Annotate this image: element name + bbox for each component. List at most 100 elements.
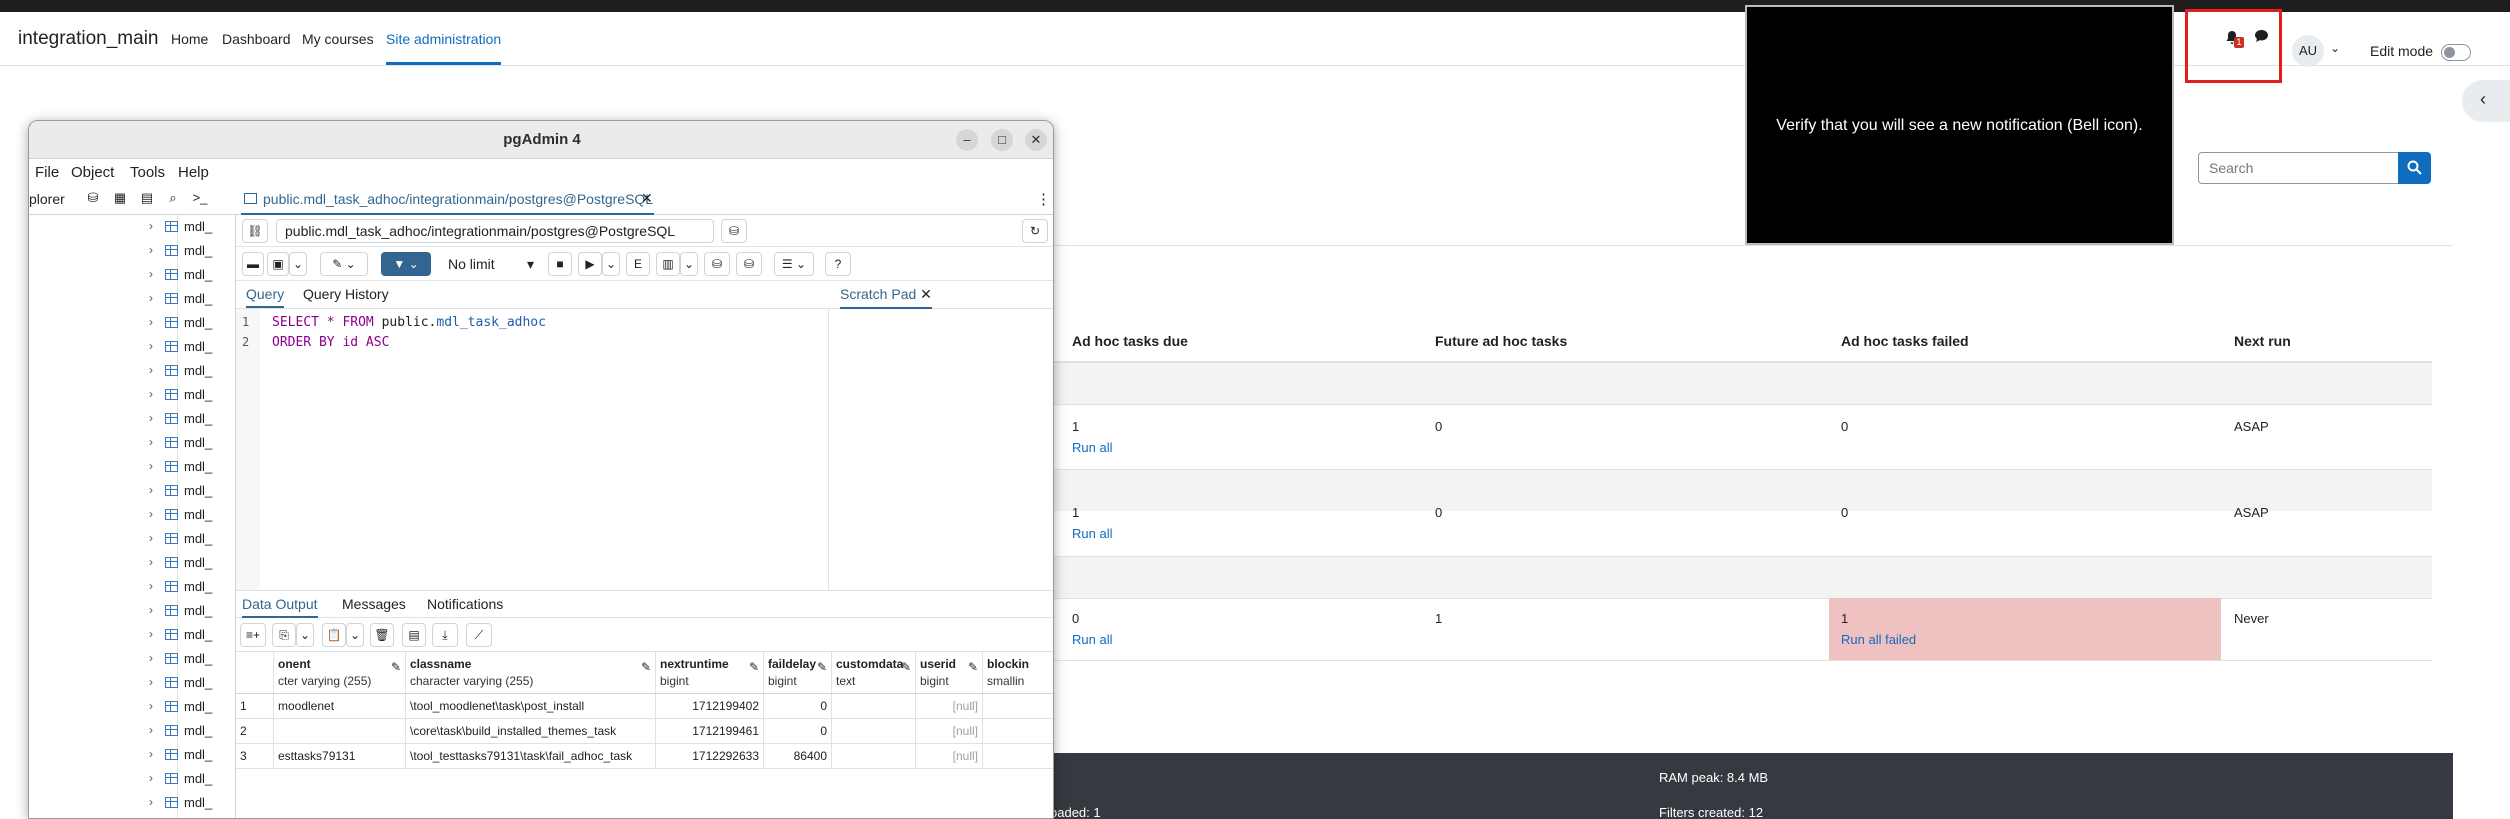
table-cell[interactable]	[274, 719, 406, 744]
close-icon[interactable]: ✕	[1025, 129, 1047, 151]
chevron-right-icon[interactable]: ›	[149, 483, 153, 497]
chevron-right-icon[interactable]: ›	[149, 555, 153, 569]
table-cell[interactable]	[983, 719, 1053, 744]
graph-icon[interactable]: ⟋	[466, 623, 492, 647]
open-drawer-button[interactable]: ‹	[2462, 80, 2510, 122]
chevron-right-icon[interactable]: ›	[149, 363, 153, 377]
tab-query-history[interactable]: Query History	[303, 286, 389, 302]
refresh-icon[interactable]: ↻	[1022, 219, 1048, 243]
chevron-right-icon[interactable]: ›	[149, 243, 153, 257]
edit-column-icon[interactable]: ✎	[817, 660, 827, 674]
nav-dashboard[interactable]: Dashboard	[222, 31, 291, 47]
chevron-right-icon[interactable]: ›	[149, 771, 153, 785]
search-icon[interactable]: ⌕	[162, 190, 184, 210]
paste-icon[interactable]: 📋	[322, 623, 346, 647]
chevron-right-icon[interactable]: ›	[149, 747, 153, 761]
row-number[interactable]: 1	[236, 694, 274, 719]
table-cell[interactable]: \tool_testtasks79131\task\fail_adhoc_tas…	[406, 744, 656, 769]
rollback-icon[interactable]: ⛁	[736, 252, 762, 276]
table-grid-icon[interactable]: ▦	[109, 190, 131, 210]
edit-column-icon[interactable]: ✎	[749, 660, 759, 674]
search-input[interactable]	[2198, 152, 2399, 184]
terminal-icon[interactable]: >_	[189, 190, 211, 210]
column-header[interactable]: classname character varying (255) ✎	[406, 652, 656, 694]
chevron-right-icon[interactable]: ›	[149, 267, 153, 281]
table-cell[interactable]: \core\task\build_installed_themes_task	[406, 719, 656, 744]
table-cell[interactable]	[832, 694, 916, 719]
maximize-icon[interactable]: □	[991, 129, 1013, 151]
table-cell[interactable]: [null]	[916, 744, 983, 769]
view-data-icon[interactable]: ▤	[136, 190, 158, 210]
chevron-right-icon[interactable]: ›	[149, 411, 153, 425]
table-cell[interactable]	[832, 719, 916, 744]
save-data-icon[interactable]: ▤	[402, 623, 426, 647]
column-header[interactable]: userid bigint ✎	[916, 652, 983, 694]
column-header[interactable]: blockin smallin	[983, 652, 1053, 694]
nav-site-administration[interactable]: Site administration	[386, 31, 502, 65]
chevron-right-icon[interactable]: ›	[149, 627, 153, 641]
edit-mode-toggle[interactable]	[2441, 44, 2471, 61]
stop-icon[interactable]: ■	[548, 252, 572, 276]
table-cell[interactable]: 86400	[764, 744, 832, 769]
chevron-right-icon[interactable]: ›	[149, 387, 153, 401]
search-button[interactable]	[2398, 152, 2431, 184]
tab-notifications[interactable]: Notifications	[427, 596, 503, 612]
query-tool-tab[interactable]: public.mdl_task_adhoc/integrationmain/po…	[241, 185, 654, 215]
table-cell[interactable]: 1712199402	[656, 694, 764, 719]
tab-scratch-pad[interactable]: Scratch Pad ✕	[840, 286, 932, 309]
user-avatar[interactable]: AU	[2292, 35, 2324, 67]
row-number[interactable]: 2	[236, 719, 274, 744]
connection-select[interactable]: public.mdl_task_adhoc/integrationmain/po…	[276, 219, 714, 243]
column-header[interactable]: faildelay bigint ✎	[764, 652, 832, 694]
more-options-icon[interactable]: ⋮	[1036, 190, 1051, 208]
row1-run-all-link[interactable]: Run all	[1072, 440, 1112, 455]
table-cell[interactable]: 1712292633	[656, 744, 764, 769]
tab-data-output[interactable]: Data Output	[242, 596, 318, 618]
column-header[interactable]: customdata text ✎	[832, 652, 916, 694]
edit-dropdown-icon[interactable]: ✎ ⌄	[320, 252, 368, 276]
table-cell[interactable]: 1712199461	[656, 719, 764, 744]
table-cell[interactable]: [null]	[916, 694, 983, 719]
chevron-right-icon[interactable]: ›	[149, 579, 153, 593]
nav-my-courses[interactable]: My courses	[302, 31, 374, 47]
explain-analyze-icon[interactable]: ▥	[656, 252, 680, 276]
connection-status-icon[interactable]: ⛓	[242, 219, 268, 243]
row3-run-all-link[interactable]: Run all	[1072, 632, 1112, 647]
table-cell[interactable]: 0	[764, 694, 832, 719]
database-icon[interactable]: ⛁	[82, 190, 104, 210]
execute-dropdown-icon[interactable]: ⌄	[602, 252, 620, 276]
menu-help[interactable]: Help	[178, 164, 209, 181]
chevron-right-icon[interactable]: ›	[149, 795, 153, 809]
chevron-right-icon[interactable]: ›	[149, 459, 153, 473]
table-cell[interactable]: moodlenet	[274, 694, 406, 719]
sql-editor[interactable]: 1 2 SELECT * FROM public.mdl_task_adhoc …	[236, 309, 829, 590]
row-limit-select[interactable]: No limit ▾	[444, 252, 540, 276]
close-tab-icon[interactable]: ✕	[641, 190, 653, 207]
column-header[interactable]: nextruntime bigint ✎	[656, 652, 764, 694]
chevron-right-icon[interactable]: ›	[149, 699, 153, 713]
download-icon[interactable]: ⤓	[432, 623, 458, 647]
delete-icon[interactable]: 🗑	[370, 623, 394, 647]
copy-icon[interactable]: ⎘	[272, 623, 296, 647]
chevron-right-icon[interactable]: ›	[149, 435, 153, 449]
menu-file[interactable]: File	[35, 164, 59, 181]
chevron-right-icon[interactable]: ›	[149, 675, 153, 689]
chevron-right-icon[interactable]: ›	[149, 723, 153, 737]
filter-dropdown-icon[interactable]: ▼ ⌄	[381, 252, 431, 276]
table-cell[interactable]	[832, 744, 916, 769]
minimize-icon[interactable]: –	[956, 129, 978, 151]
row2-run-all-link[interactable]: Run all	[1072, 526, 1112, 541]
table-cell[interactable]: 0	[764, 719, 832, 744]
explain-dropdown-icon[interactable]: ⌄	[680, 252, 698, 276]
table-cell[interactable]	[983, 694, 1053, 719]
copy-dropdown-icon[interactable]: ⌄	[296, 623, 314, 647]
table-cell[interactable]	[983, 744, 1053, 769]
open-file-icon[interactable]: ▬	[242, 252, 264, 276]
edit-column-icon[interactable]: ✎	[968, 660, 978, 674]
chevron-right-icon[interactable]: ›	[149, 507, 153, 521]
execute-icon[interactable]: ▶	[578, 252, 602, 276]
chevron-right-icon[interactable]: ›	[149, 531, 153, 545]
close-scratch-icon[interactable]: ✕	[920, 286, 932, 302]
chevron-down-icon[interactable]: ⌄	[2330, 41, 2340, 55]
save-icon[interactable]: ▣	[267, 252, 289, 276]
